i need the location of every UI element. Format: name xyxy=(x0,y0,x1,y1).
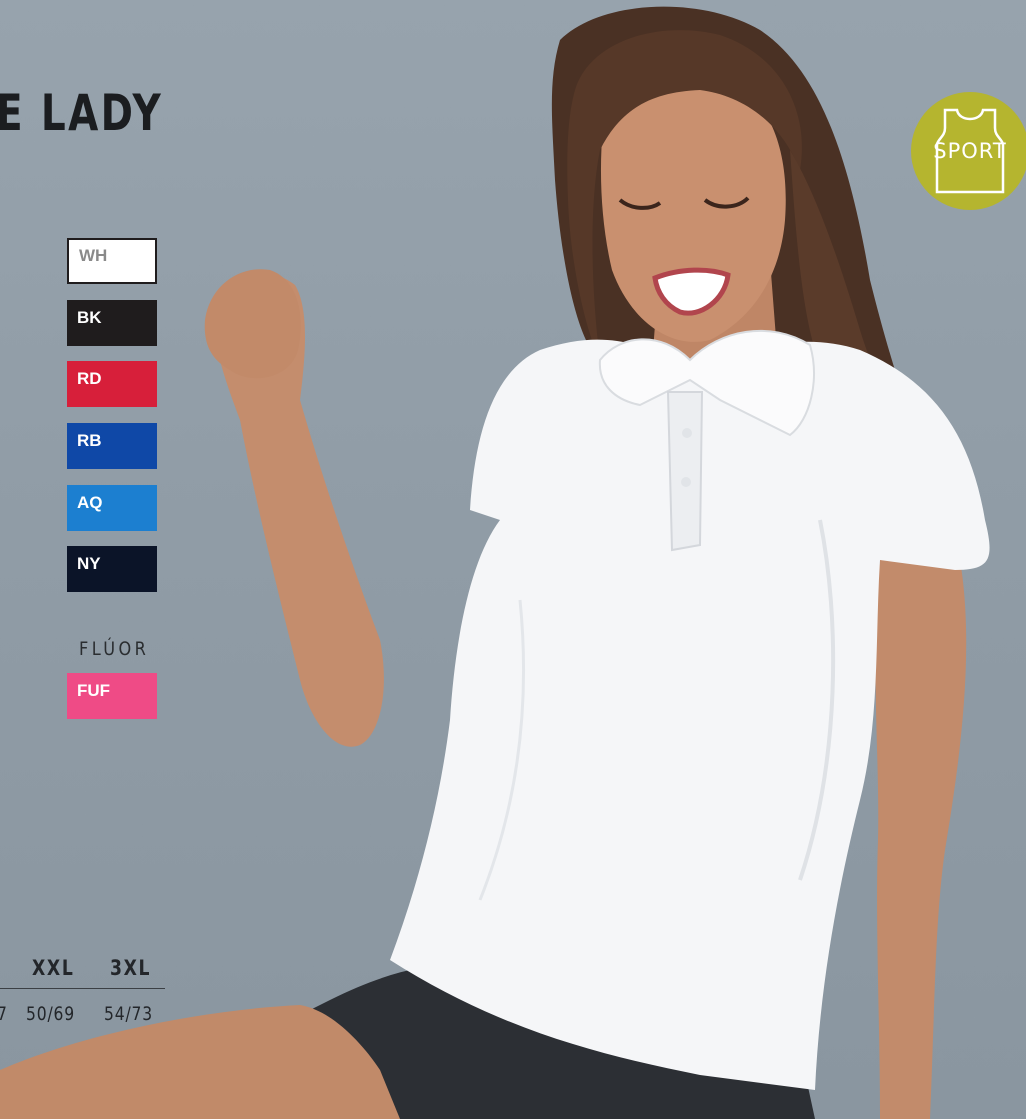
color-swatch-ny[interactable]: NY xyxy=(67,546,157,592)
color-code: BK xyxy=(77,308,102,327)
color-swatch-bk[interactable]: BK xyxy=(67,300,157,346)
color-code: NY xyxy=(77,554,101,573)
color-code: WH xyxy=(79,246,108,265)
color-swatch-rd[interactable]: RD xyxy=(67,361,157,407)
color-swatch-wh[interactable]: WH xyxy=(67,238,157,284)
size-value-xxl: 50/69 xyxy=(26,1003,76,1025)
sport-badge: SPORT xyxy=(911,92,1026,210)
size-header-xxl: XXL xyxy=(32,956,75,980)
fluor-label: FLÚOR xyxy=(79,638,150,660)
page-title: E LADY xyxy=(0,84,164,142)
size-value-3xl: 54/73 xyxy=(104,1003,154,1025)
size-header-3xl: 3XL xyxy=(110,956,152,980)
color-code: AQ xyxy=(77,493,103,512)
badge-label: SPORT xyxy=(933,139,1007,163)
color-swatch-rb[interactable]: RB xyxy=(67,423,157,469)
color-swatch-fuf[interactable]: FUF xyxy=(67,673,157,719)
color-swatch-aq[interactable]: AQ xyxy=(67,485,157,531)
color-code: FUF xyxy=(77,681,111,700)
size-value-partial: 7 xyxy=(0,1003,8,1025)
size-table-divider xyxy=(0,988,165,989)
color-code: RB xyxy=(77,431,102,450)
color-code: RD xyxy=(77,369,102,388)
